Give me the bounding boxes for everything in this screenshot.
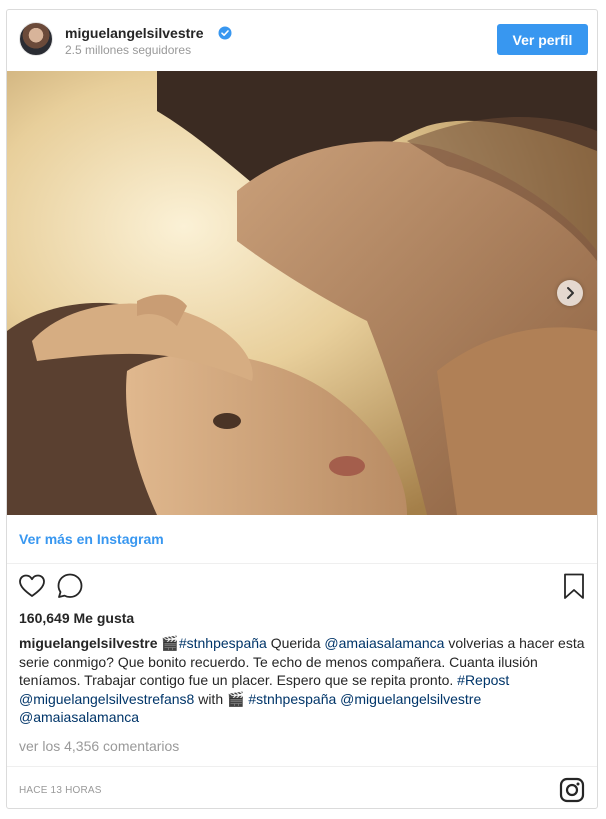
action-bar [7,566,597,606]
caption-link[interactable]: @miguelangelsilvestre [340,691,481,707]
username[interactable]: miguelangelsilvestre [65,25,204,41]
caption-link[interactable]: #stnhpespaña [248,691,336,707]
caption-link[interactable]: #stnhpespaña [179,635,267,651]
carousel-next-button[interactable] [557,280,583,306]
verified-badge-icon [218,26,232,40]
view-more-link[interactable]: Ver más en Instagram [19,531,164,547]
post-timestamp: HACE 13 HORAS [19,785,102,796]
bookmark-icon[interactable] [559,571,589,601]
caption-text: with 🎬 [194,690,249,707]
caption-link[interactable]: #Repost [457,672,509,688]
photo-illustration [7,71,597,515]
caption-link[interactable]: @amaiasalamanca [324,635,444,651]
followers-count: 2.5 millones seguidores [65,43,192,57]
post-image[interactable] [7,71,597,515]
view-more-row: Ver más en Instagram [7,515,597,564]
caption-text: Querida [266,635,325,651]
view-comments-link[interactable]: ver los 4,356 comentarios [19,738,179,754]
view-profile-button[interactable]: Ver perfil [497,24,588,55]
chevron-right-icon [567,287,574,299]
heart-icon[interactable] [17,571,47,601]
instagram-logo-icon[interactable] [559,777,585,803]
instagram-embed-card: miguelangelsilvestre 2.5 millones seguid… [6,9,598,809]
likes-count[interactable]: 160,649 Me gusta [19,610,134,626]
caption-link[interactable]: @miguelangelsilvestrefans8 [19,691,194,707]
caption-username[interactable]: miguelangelsilvestre [19,635,158,651]
post-header: miguelangelsilvestre 2.5 millones seguid… [7,10,597,71]
post-footer: HACE 13 HORAS [7,766,597,810]
post-caption: miguelangelsilvestre 🎬#stnhpespaña Queri… [19,634,585,727]
caption-text: 🎬 [157,635,179,651]
comment-icon[interactable] [55,571,85,601]
caption-link[interactable]: @amaiasalamanca [19,709,139,725]
avatar[interactable] [19,22,53,56]
